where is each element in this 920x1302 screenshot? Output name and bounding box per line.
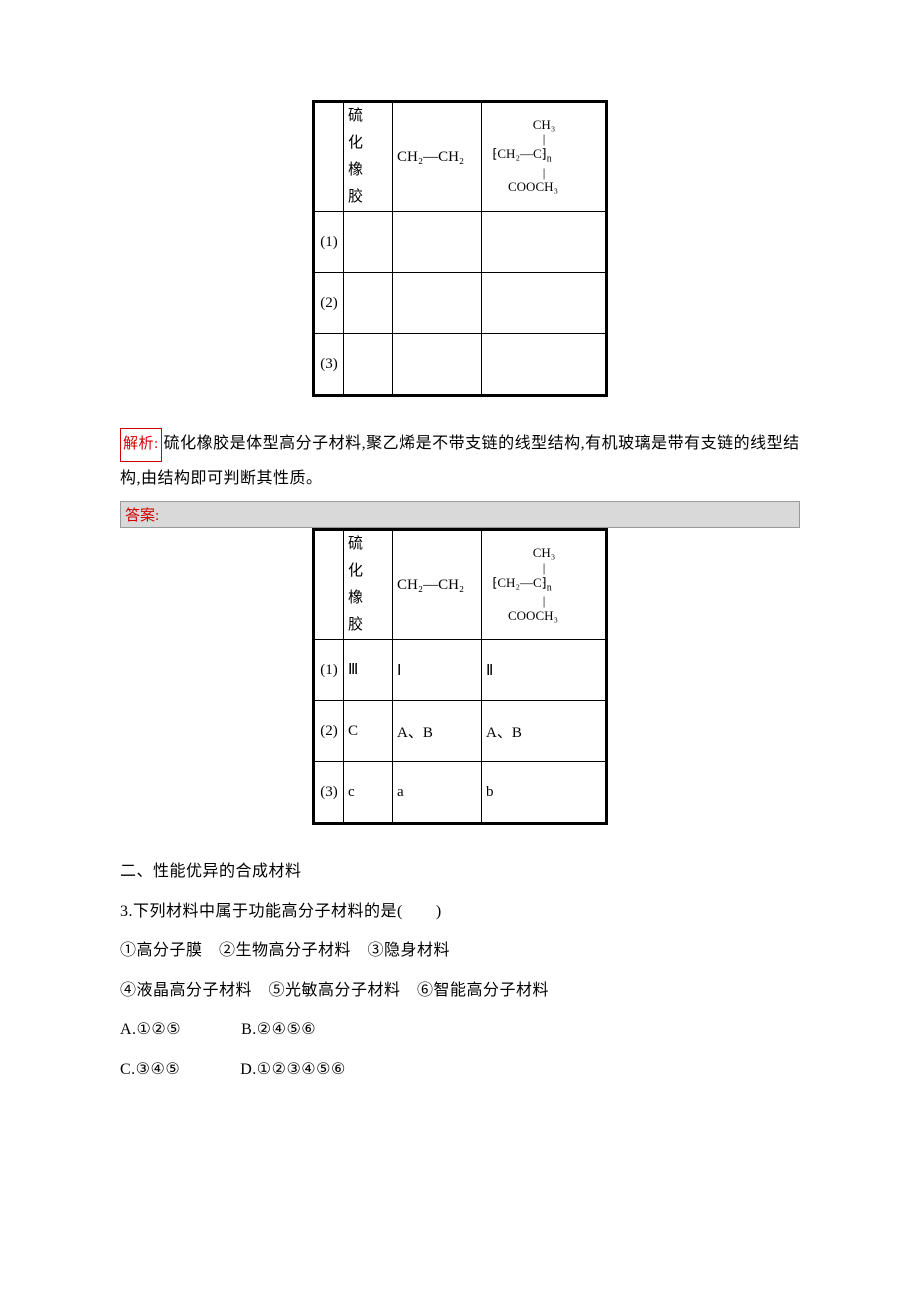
- row-label: (3): [314, 334, 344, 396]
- cell: Ⅲ: [344, 640, 393, 701]
- formula-ch2-ch2: CH₂—CH₂: [397, 149, 464, 165]
- struct-cooch3: COOCH₃: [486, 180, 558, 195]
- header-cell-col2: 硫化橡胶: [344, 530, 393, 640]
- header-cell-col3: CH₂—CH₂: [393, 102, 482, 212]
- cell: [482, 212, 607, 273]
- cell: A、B: [482, 701, 607, 762]
- struct-bond: |: [486, 132, 558, 147]
- cell: [344, 212, 393, 273]
- table-row: (1): [314, 212, 607, 273]
- option-d: D.①②③④⑤⑥: [240, 1061, 346, 1078]
- struct-cooch3: COOCH₃: [486, 609, 558, 624]
- table-row: (3): [314, 334, 607, 396]
- header-cell-col4: CH₃ | ⁅CH₂—C⁆n | COOCH₃: [482, 530, 607, 640]
- table-row: (2) C A、B A、B: [314, 701, 607, 762]
- q3-stem: 3.下列材料中属于功能高分子材料的是( ): [120, 895, 800, 929]
- struct-chain: ⁅CH₂—C⁆: [492, 146, 546, 161]
- row-label: (1): [314, 212, 344, 273]
- explain-text: 硫化橡胶是体型高分子材料,聚乙烯是不带支链的线型结构,有机玻璃是带有支链的线型结…: [120, 435, 800, 487]
- header-cell-col4: CH₃ | ⁅CH₂—C⁆n | COOCH₃: [482, 102, 607, 212]
- structural-formula-icon: CH₃ | ⁅CH₂—C⁆n | COOCH₃: [486, 118, 558, 196]
- cell: [393, 212, 482, 273]
- q3-options-row2: C.③④⑤ D.①②③④⑤⑥: [120, 1053, 800, 1087]
- struct-sub-n: n: [547, 582, 552, 593]
- struct-sub-n: n: [547, 154, 552, 165]
- cell: A、B: [393, 701, 482, 762]
- struct-main: ⁅CH₂—C⁆n: [486, 147, 558, 165]
- cell: c: [344, 762, 393, 824]
- explanation-paragraph: 解析:硫化橡胶是体型高分子材料,聚乙烯是不带支链的线型结构,有机玻璃是带有支链的…: [120, 427, 800, 495]
- header-cell-empty: [314, 102, 344, 212]
- cell: Ⅰ: [393, 640, 482, 701]
- question-table-1: 硫化橡胶 CH₂—CH₂ CH₃ | ⁅CH₂—C⁆n | COOCH₃ (1): [312, 100, 608, 397]
- struct-bond-2: |: [486, 594, 558, 609]
- answer-bar: 答案:: [120, 501, 800, 528]
- table-row: (3) c a b: [314, 762, 607, 824]
- table-header-row: 硫化橡胶 CH₂—CH₂ CH₃ | ⁅CH₂—C⁆n | COOCH₃: [314, 102, 607, 212]
- cell: [482, 273, 607, 334]
- struct-ch3: CH₃: [486, 546, 558, 561]
- header-cell-empty: [314, 530, 344, 640]
- cell: Ⅱ: [482, 640, 607, 701]
- structural-formula-icon: CH₃ | ⁅CH₂—C⁆n | COOCH₃: [486, 546, 558, 624]
- cell: b: [482, 762, 607, 824]
- header-cell-col3: CH₂—CH₂: [393, 530, 482, 640]
- row-label: (1): [314, 640, 344, 701]
- option-a: A.①②⑤: [120, 1021, 181, 1038]
- table-row: (1) Ⅲ Ⅰ Ⅱ: [314, 640, 607, 701]
- row-label: (3): [314, 762, 344, 824]
- cell: a: [393, 762, 482, 824]
- row-label: (2): [314, 273, 344, 334]
- cell: [344, 273, 393, 334]
- cell: [482, 334, 607, 396]
- struct-main: ⁅CH₂—C⁆n: [486, 576, 558, 594]
- explain-tag: 解析:: [120, 428, 162, 462]
- q3-items-line1: ①高分子膜 ②生物高分子材料 ③隐身材料: [120, 934, 800, 968]
- cell: [393, 273, 482, 334]
- q3-options-row1: A.①②⑤ B.②④⑤⑥: [120, 1013, 800, 1047]
- struct-bond-2: |: [486, 166, 558, 181]
- page-content: 硫化橡胶 CH₂—CH₂ CH₃ | ⁅CH₂—C⁆n | COOCH₃ (1): [0, 0, 920, 1153]
- struct-ch3: CH₃: [486, 118, 558, 133]
- struct-chain: ⁅CH₂—C⁆: [492, 575, 546, 590]
- q3-items-line2: ④液晶高分子材料 ⑤光敏高分子材料 ⑥智能高分子材料: [120, 974, 800, 1008]
- answer-table: 硫化橡胶 CH₂—CH₂ CH₃ | ⁅CH₂—C⁆n | COOCH₃ (1)…: [312, 528, 608, 825]
- row-label: (2): [314, 701, 344, 762]
- option-b: B.②④⑤⑥: [241, 1021, 316, 1038]
- header-cell-col2: 硫化橡胶: [344, 102, 393, 212]
- cell: C: [344, 701, 393, 762]
- table-header-row: 硫化橡胶 CH₂—CH₂ CH₃ | ⁅CH₂—C⁆n | COOCH₃: [314, 530, 607, 640]
- cell: [393, 334, 482, 396]
- option-c: C.③④⑤: [120, 1061, 180, 1078]
- table-row: (2): [314, 273, 607, 334]
- cell: [344, 334, 393, 396]
- struct-bond: |: [486, 561, 558, 576]
- section-heading: 二、性能优异的合成材料: [120, 855, 800, 889]
- formula-ch2-ch2: CH₂—CH₂: [397, 577, 464, 593]
